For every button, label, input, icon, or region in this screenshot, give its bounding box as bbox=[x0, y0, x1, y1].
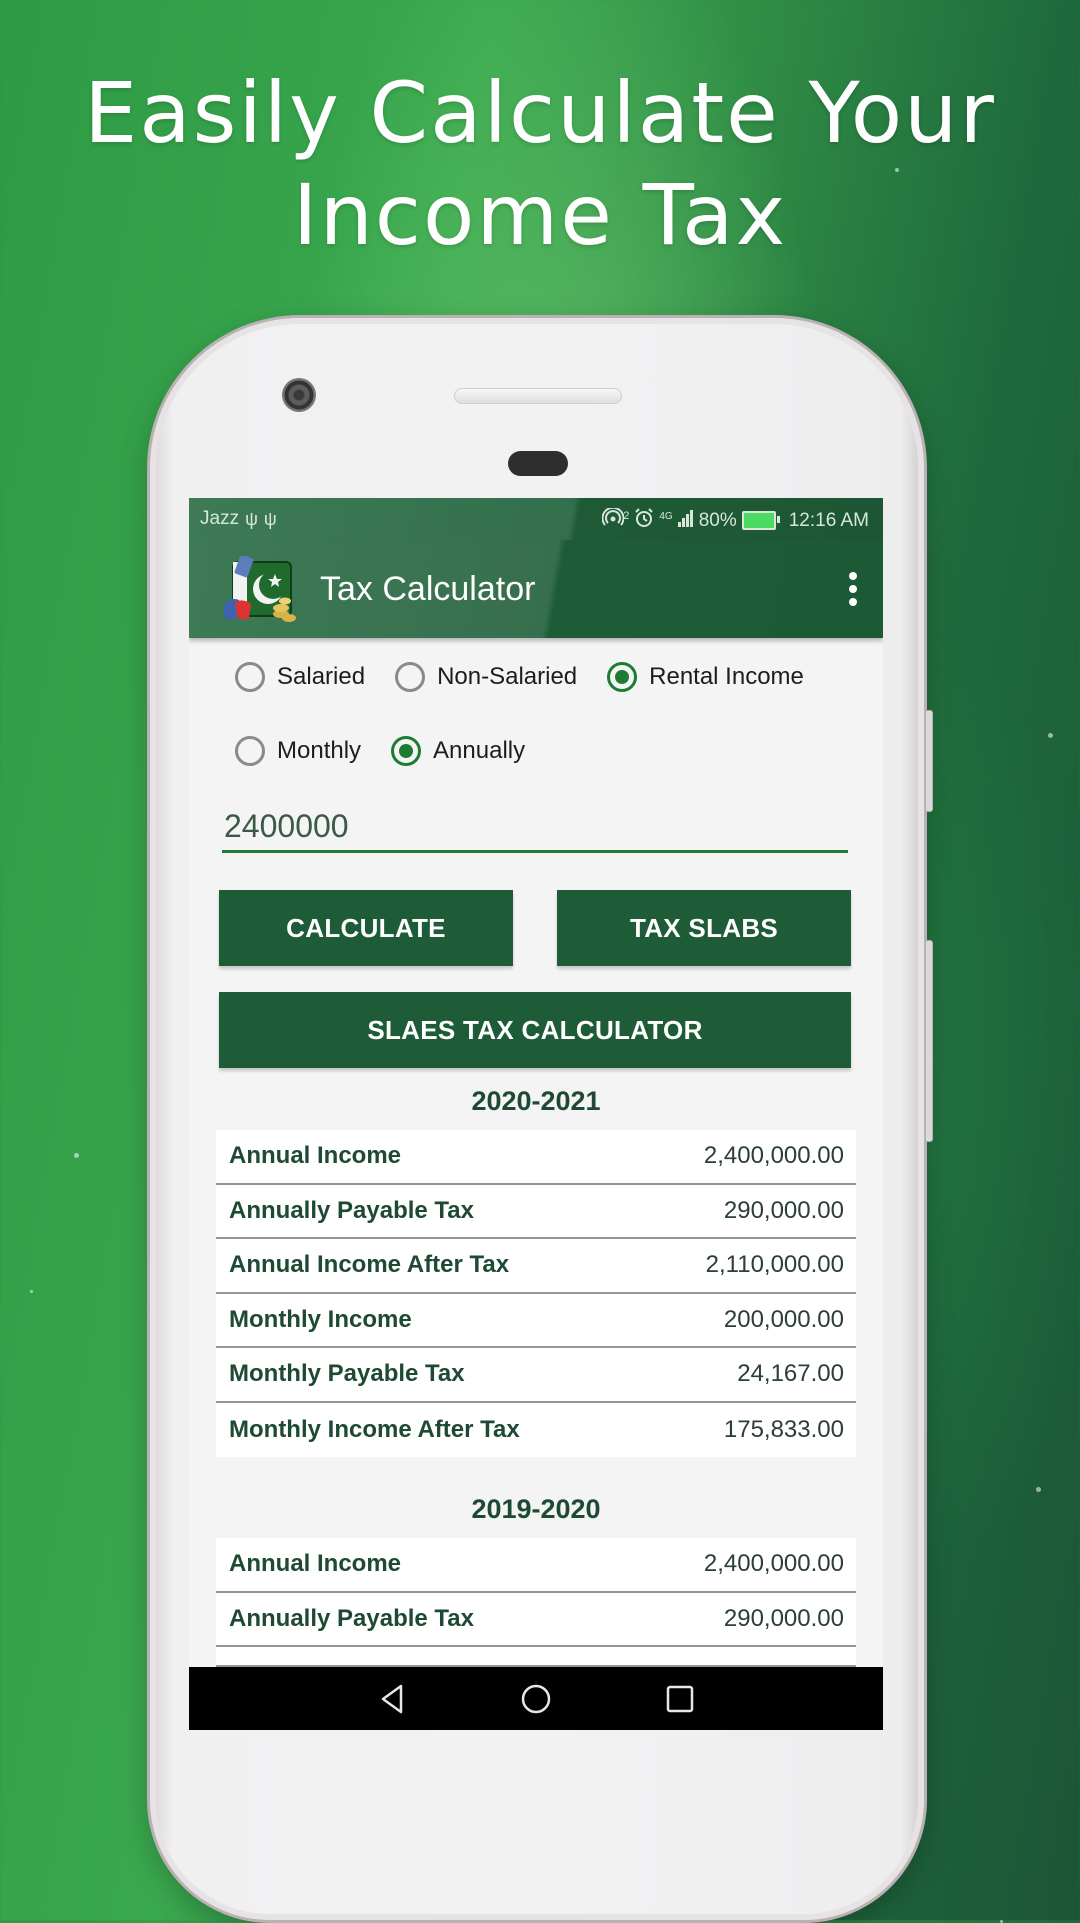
period-radio-group: Monthly Annually bbox=[235, 736, 555, 766]
hotspot-count: 2 bbox=[623, 509, 630, 522]
carrier-name: Jazz bbox=[200, 508, 240, 529]
results-table-2020-2021: Annual Income 2,400,000.00 Annually Payab… bbox=[216, 1130, 856, 1457]
row-label: Monthly Payable Tax bbox=[229, 1360, 465, 1388]
table-row: Monthly Payable Tax 24,167.00 bbox=[216, 1348, 856, 1403]
hotspot-icon bbox=[601, 506, 625, 533]
row-label: Annually Payable Tax bbox=[229, 1196, 474, 1224]
table-row: Annual Income 2,400,000.00 bbox=[216, 1130, 856, 1185]
status-bar: Jazz ψ ψ 2 4G 80% 12:16 AM bbox=[189, 498, 883, 540]
home-icon[interactable] bbox=[516, 1679, 556, 1719]
headline-line-2: Income Tax bbox=[292, 166, 788, 264]
navigation-bar bbox=[189, 1667, 883, 1730]
table-row: Monthly Income After Tax 175,833.00 bbox=[216, 1403, 856, 1458]
back-icon[interactable] bbox=[372, 1679, 412, 1719]
row-value: 175,833.00 bbox=[723, 1415, 844, 1443]
promo-headline: Easily Calculate Your Income Tax bbox=[0, 62, 1080, 266]
app-title: Tax Calculator bbox=[320, 570, 536, 608]
phone-screen: Jazz ψ ψ 2 4G 80% 12:16 AM Tax Calculato… bbox=[189, 498, 883, 1730]
radio-label: Annually bbox=[433, 737, 526, 764]
radio-circle-icon bbox=[235, 736, 265, 766]
table-row bbox=[216, 1647, 856, 1667]
table-row: Monthly Income 200,000.00 bbox=[216, 1294, 856, 1348]
earpiece-speaker bbox=[454, 388, 622, 404]
recents-icon[interactable] bbox=[660, 1679, 700, 1719]
phone-power-button bbox=[925, 710, 933, 812]
front-camera bbox=[282, 378, 316, 412]
network-type: 4G bbox=[659, 510, 673, 522]
app-toolbar: Tax Calculator bbox=[189, 540, 883, 638]
radio-label: Rental Income bbox=[649, 663, 804, 690]
row-value: 200,000.00 bbox=[723, 1305, 844, 1333]
row-label: Annual Income bbox=[229, 1550, 402, 1578]
radio-non-salaried[interactable]: Non-Salaried bbox=[395, 662, 577, 692]
phone-volume-button bbox=[925, 940, 933, 1142]
radio-circle-icon bbox=[235, 662, 265, 692]
results-table-2019-2020: Annual Income 2,400,000.00 Annually Payab… bbox=[216, 1538, 856, 1667]
radio-label: Non-Salaried bbox=[437, 663, 578, 690]
usb-icon: ψ bbox=[245, 508, 258, 529]
table-row: Annual Income 2,400,000.00 bbox=[216, 1538, 856, 1593]
table-row: Annually Payable Tax 290,000.00 bbox=[216, 1593, 856, 1647]
signal-icon bbox=[677, 509, 694, 532]
proximity-sensor bbox=[508, 451, 568, 476]
calculate-button[interactable]: CALCULATE bbox=[219, 890, 513, 966]
row-value: 290,000.00 bbox=[723, 1196, 844, 1224]
income-type-radio-group: Salaried Non-Salaried Rental Income bbox=[235, 662, 834, 692]
row-label: Annual Income After Tax bbox=[229, 1251, 510, 1279]
row-value: 290,000.00 bbox=[723, 1604, 844, 1632]
radio-annually[interactable]: Annually bbox=[391, 736, 525, 766]
row-value: 2,400,000.00 bbox=[703, 1142, 844, 1170]
row-value: 2,110,000.00 bbox=[705, 1251, 844, 1279]
clock: 12:16 AM bbox=[788, 509, 869, 531]
radio-label: Monthly bbox=[277, 737, 362, 764]
radio-salaried[interactable]: Salaried bbox=[235, 662, 365, 692]
table-row: Annual Income After Tax 2,110,000.00 bbox=[216, 1239, 856, 1294]
background-sparkle bbox=[1036, 1487, 1041, 1492]
row-value: 24,167.00 bbox=[737, 1360, 844, 1388]
sales-tax-calculator-button[interactable]: SLAES TAX CALCULATOR bbox=[219, 992, 851, 1068]
row-label: Monthly Income After Tax bbox=[229, 1415, 520, 1443]
background-sparkle bbox=[30, 1290, 33, 1293]
usb-icon: ψ bbox=[263, 508, 277, 529]
radio-circle-icon bbox=[395, 662, 426, 692]
app-logo bbox=[221, 554, 297, 626]
radio-checked-icon bbox=[391, 736, 422, 766]
tax-year-heading: 2019-2020 bbox=[471, 1494, 601, 1524]
more-vert-icon[interactable] bbox=[845, 572, 861, 606]
background-sparkle bbox=[1048, 733, 1053, 738]
alarm-icon bbox=[634, 508, 654, 533]
battery-charging-icon bbox=[741, 511, 780, 530]
row-value: 2,400,000.00 bbox=[703, 1550, 844, 1578]
radio-label: Salaried bbox=[277, 663, 366, 690]
background-sparkle bbox=[74, 1153, 79, 1158]
headline-line-1: Easily Calculate Your bbox=[84, 64, 996, 162]
row-label: Annual Income bbox=[229, 1142, 402, 1170]
radio-checked-icon bbox=[607, 662, 638, 692]
radio-rental-income[interactable]: Rental Income bbox=[607, 662, 804, 692]
income-amount-input[interactable] bbox=[222, 803, 848, 853]
tax-year-heading: 2020-2021 bbox=[471, 1086, 601, 1116]
row-label: Annually Payable Tax bbox=[229, 1604, 474, 1632]
tax-slabs-button[interactable]: TAX SLABS bbox=[557, 890, 851, 966]
row-label: Monthly Income bbox=[229, 1305, 412, 1333]
table-row: Annually Payable Tax 290,000.00 bbox=[216, 1185, 856, 1239]
battery-percent: 80% bbox=[698, 509, 737, 531]
radio-monthly[interactable]: Monthly bbox=[235, 736, 361, 766]
